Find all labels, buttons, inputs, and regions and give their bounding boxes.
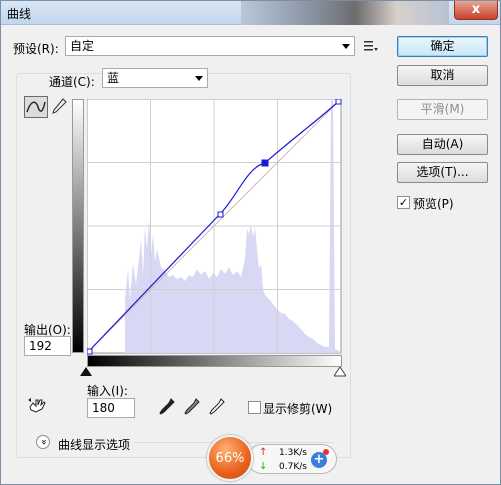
input-gradient-bar — [87, 355, 342, 367]
show-clipping-checkbox[interactable] — [248, 401, 261, 414]
preview-label: 预览(P) — [413, 197, 454, 211]
output-field[interactable]: 192 — [24, 336, 71, 356]
show-clipping-label: 显示修剪(W) — [263, 402, 333, 416]
input-label: 输入(I): — [87, 384, 128, 398]
smooth-button[interactable]: 平滑(M) — [397, 99, 488, 120]
expand-options-icon[interactable]: » — [36, 435, 50, 449]
preset-options-icon[interactable] — [363, 39, 379, 53]
curve-display-options-label[interactable]: 曲线显示选项 — [58, 436, 130, 453]
notification-dot — [323, 449, 329, 455]
close-button[interactable]: x — [454, 1, 498, 20]
curves-dialog: 曲线 x 预设(R): 自定 确定 取消 平滑(M) 自动(A) 选项(T)..… — [0, 0, 501, 485]
white-point-slider-icon[interactable] — [334, 367, 346, 377]
options-button[interactable]: 选项(T)... — [397, 162, 488, 183]
auto-button[interactable]: 自动(A) — [397, 134, 488, 155]
ok-button[interactable]: 确定 — [397, 36, 488, 57]
download-arrow-icon: ↓ — [259, 461, 268, 472]
channel-select[interactable]: 蓝 — [102, 68, 208, 88]
pencil-icon[interactable] — [50, 97, 68, 117]
preset-select[interactable]: 自定 — [65, 36, 355, 56]
channel-label: 通道(C): — [49, 75, 95, 89]
curve-point-selected[interactable] — [261, 159, 269, 167]
preset-label: 预设(R): — [13, 42, 59, 56]
gray-eyedropper-icon[interactable] — [184, 398, 200, 416]
curve-point[interactable] — [217, 211, 224, 218]
cancel-button[interactable]: 取消 — [397, 65, 488, 86]
white-eyedropper-icon[interactable] — [209, 398, 225, 416]
download-speed: 0.7K/s — [279, 462, 307, 472]
upload-speed: 1.3K/s — [279, 448, 307, 458]
output-gradient-bar — [72, 99, 84, 353]
network-speed-widget[interactable]: 66% ↑ 1.3K/s ↓ 0.7K/s + — [207, 435, 337, 481]
black-point-slider-icon[interactable] — [80, 367, 92, 377]
preview-checkbox[interactable]: ✓ — [397, 196, 410, 209]
curve-graph[interactable] — [87, 99, 342, 355]
title-bar[interactable]: 曲线 x — [1, 1, 500, 25]
channel-value: 蓝 — [107, 71, 120, 85]
preset-value: 自定 — [70, 39, 95, 53]
hand-adjust-icon[interactable] — [27, 397, 49, 415]
input-field[interactable]: 180 — [87, 398, 135, 418]
curve-point[interactable] — [335, 99, 342, 105]
memory-percent: 66% — [207, 435, 253, 481]
background-photo-strip — [241, 1, 449, 25]
upload-arrow-icon: ↑ — [259, 447, 268, 458]
black-eyedropper-icon[interactable] — [159, 398, 175, 416]
curve-point[interactable] — [87, 348, 93, 355]
chevron-down-icon — [195, 76, 203, 81]
chevron-down-icon — [342, 44, 350, 49]
window-title: 曲线 — [7, 7, 32, 21]
curve-tool-icon[interactable] — [24, 96, 48, 118]
